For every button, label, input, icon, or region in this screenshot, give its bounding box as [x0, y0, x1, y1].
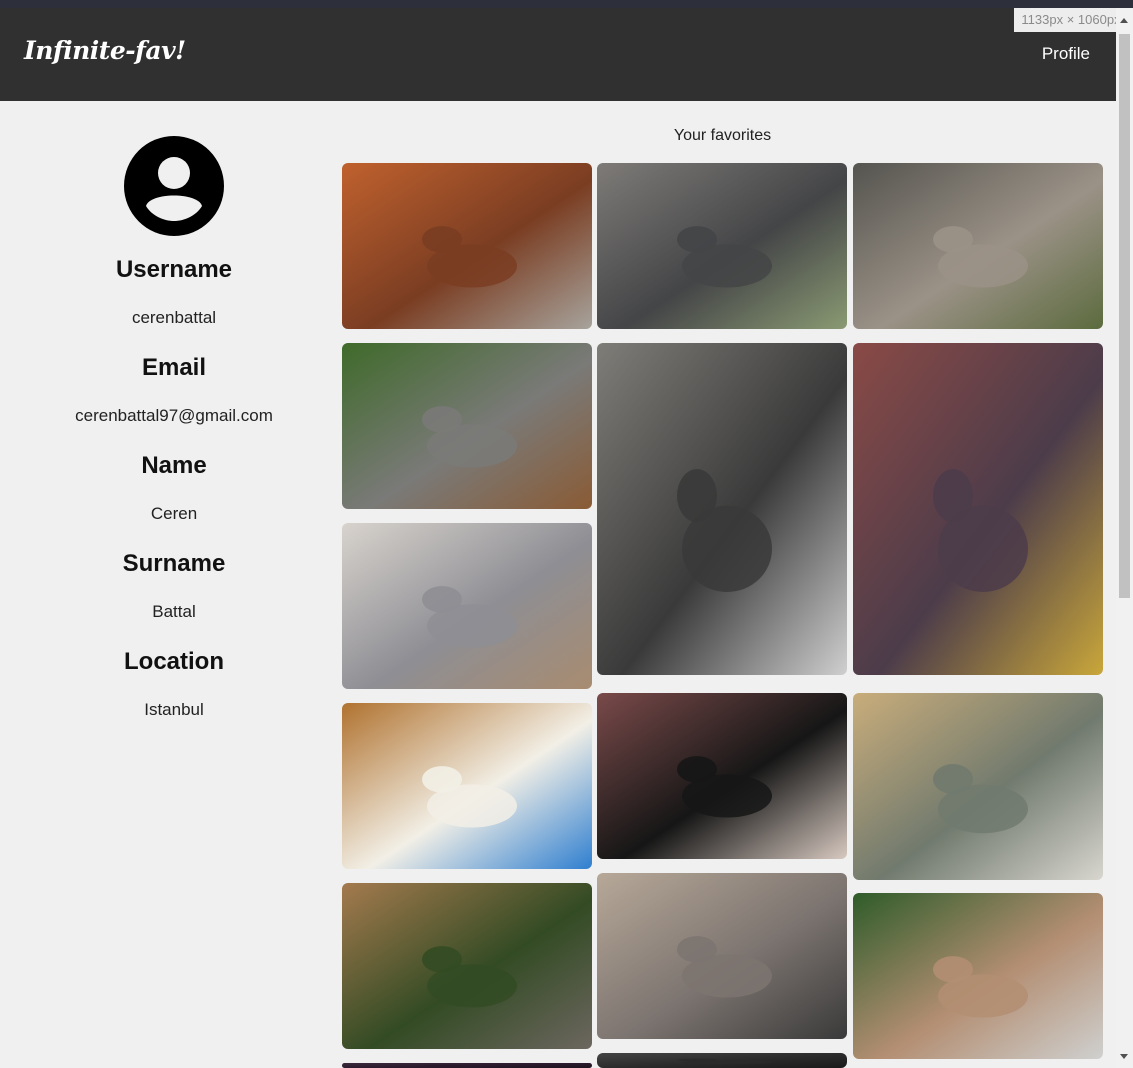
photo-image [853, 163, 1103, 329]
favorite-photo[interactable] [342, 343, 592, 509]
photo-image [597, 163, 847, 329]
favorite-photo[interactable] [853, 693, 1103, 880]
vertical-scrollbar[interactable] [1116, 8, 1133, 1068]
photo-image [597, 873, 847, 1039]
favorites-title: Your favorites [673, 127, 772, 144]
photo-image [853, 893, 1103, 1059]
favorite-photo[interactable] [597, 873, 847, 1039]
photo-image [342, 703, 592, 869]
favorite-photo[interactable] [853, 163, 1103, 329]
favorite-photo[interactable] [597, 343, 847, 675]
photo-image [342, 163, 592, 329]
location-label: Location [124, 648, 224, 675]
email-value: cerenbattal97@gmail.com [75, 406, 273, 425]
favorite-photo[interactable] [342, 1063, 592, 1068]
email-label: Email [141, 354, 207, 381]
photo-image [853, 693, 1103, 880]
favorite-photo[interactable] [597, 163, 847, 329]
photo-image [342, 343, 592, 509]
username-label: Username [115, 256, 233, 283]
username-value: cerenbattal [131, 308, 217, 327]
nav-profile-link[interactable]: Profile [1042, 44, 1090, 64]
surname-value: Battal [152, 602, 196, 621]
favorite-photo[interactable] [342, 883, 592, 1049]
account-circle-icon [124, 136, 224, 236]
photo-image [342, 1063, 592, 1068]
favorite-photo[interactable] [342, 703, 592, 869]
name-label: Name [141, 452, 207, 479]
photo-image [597, 693, 847, 859]
favorite-photo[interactable] [342, 163, 592, 329]
favorite-photo[interactable] [597, 693, 847, 859]
photo-image [342, 523, 592, 689]
photo-image [597, 343, 847, 675]
favorite-photo[interactable] [342, 523, 592, 689]
brand-logo[interactable]: Infinite-fav! [24, 36, 186, 65]
favorite-photo[interactable] [597, 1053, 847, 1068]
photo-image [853, 343, 1103, 675]
navbar: Infinite-fav! Profile [0, 8, 1116, 101]
scroll-up-arrow-icon[interactable] [1120, 18, 1128, 23]
favorite-photo[interactable] [853, 343, 1103, 675]
name-value: Ceren [150, 504, 198, 523]
scrollbar-thumb[interactable] [1119, 34, 1130, 598]
location-value: Istanbul [144, 700, 204, 719]
favorite-photo[interactable] [853, 893, 1103, 1059]
scroll-down-arrow-icon[interactable] [1120, 1054, 1128, 1059]
photo-image [342, 883, 592, 1049]
photo-image [597, 1053, 847, 1068]
viewport-size-readout: 1133px × 1060px [1014, 8, 1128, 32]
surname-label: Surname [122, 550, 226, 577]
browser-top-strip [0, 0, 1133, 8]
